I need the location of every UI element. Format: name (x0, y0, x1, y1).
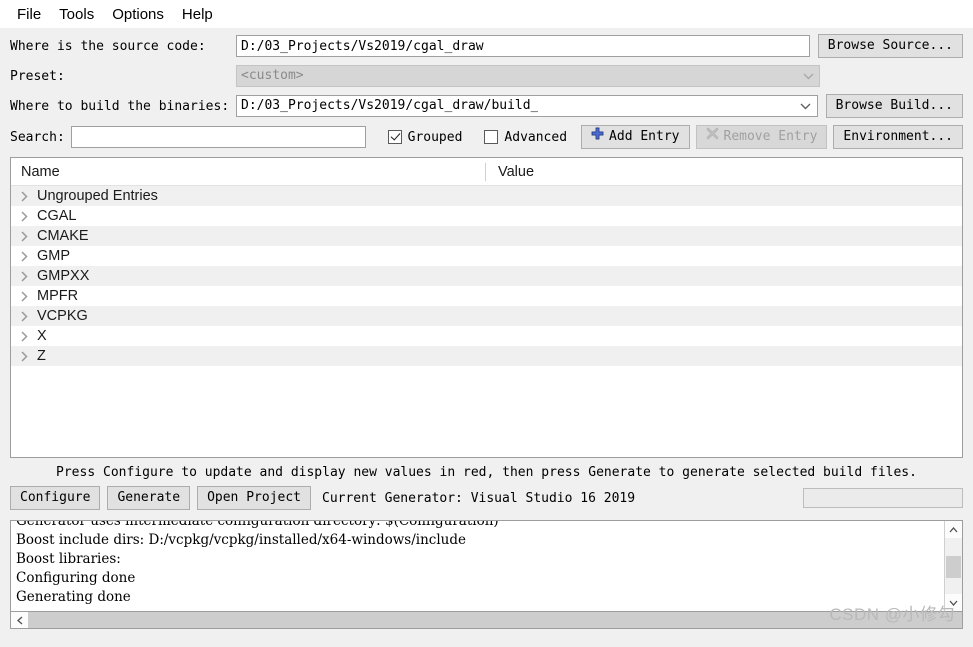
chevron-down-icon[interactable] (795, 96, 817, 116)
menu-item-tools[interactable]: Tools (50, 4, 103, 25)
chevron-right-icon[interactable] (11, 350, 37, 362)
browse-source-button[interactable]: Browse Source... (817, 34, 963, 58)
progress-bar (803, 488, 963, 508)
action-toolbar: Configure Generate Open Project Current … (0, 485, 973, 511)
table-row-name: VCPKG (37, 308, 88, 324)
configure-button[interactable]: Configure (10, 486, 101, 510)
grouped-label: Grouped (407, 129, 463, 145)
build-label: Where to build the binaries: (10, 98, 230, 114)
console-line: Boost libraries: (16, 551, 121, 567)
plus-icon (591, 126, 604, 148)
remove-entry-label: Remove Entry (723, 129, 818, 144)
source-path-input[interactable] (236, 35, 810, 57)
table-row[interactable]: CMAKE (11, 226, 962, 246)
table-row-name: GMP (37, 248, 71, 264)
checkbox-unchecked-icon (484, 130, 499, 144)
grouped-checkbox[interactable]: Grouped (387, 129, 463, 145)
table-row[interactable]: VCPKG (11, 306, 962, 326)
column-header-name[interactable]: Name (11, 164, 485, 180)
console-vertical-scrollbar[interactable] (944, 521, 962, 611)
table-row-name: Ungrouped Entries (37, 188, 158, 204)
status-hint-text: Press Configure to update and display ne… (56, 465, 917, 480)
table-row-name: X (37, 328, 47, 344)
console-line: Configuring done (16, 570, 136, 586)
scroll-thumb[interactable] (946, 556, 961, 578)
table-header-row: Name Value (11, 158, 962, 186)
preset-combobox[interactable]: <custom> (236, 65, 820, 87)
scroll-down-icon[interactable] (945, 594, 962, 611)
chevron-right-icon[interactable] (11, 270, 37, 282)
remove-entry-button: Remove Entry (695, 125, 828, 149)
table-row-name: CMAKE (37, 228, 89, 244)
source-label: Where is the source code: (10, 38, 206, 54)
table-body: Ungrouped Entries CGAL CMAKE GMP GMPXX MPFR VC… (11, 186, 962, 366)
menu-item-help[interactable]: Help (173, 4, 222, 25)
build-row: Where to build the binaries: D:/03_Proje… (10, 94, 963, 118)
current-generator-label: Current Generator: Visual Studio 16 2019 (322, 490, 636, 506)
cache-entries-table[interactable]: Name Value Ungrouped Entries CGAL CMAKE GMP… (10, 157, 963, 458)
open-project-button[interactable]: Open Project (197, 486, 311, 510)
table-row[interactable]: MPFR (11, 286, 962, 306)
column-header-value[interactable]: Value (485, 162, 962, 181)
preset-value: <custom> (241, 68, 304, 83)
h-scroll-thumb[interactable] (28, 612, 962, 628)
search-label: Search: (10, 129, 65, 145)
advanced-label: Advanced (504, 129, 568, 145)
output-console[interactable]: Generator uses intermediate configuratio… (10, 520, 963, 612)
table-row[interactable]: Ungrouped Entries (11, 186, 962, 206)
console-line: Boost include dirs: D:/vcpkg/vcpkg/insta… (16, 532, 466, 548)
chevron-right-icon[interactable] (11, 310, 37, 322)
console-horizontal-scrollbar[interactable] (10, 612, 963, 629)
chevron-right-icon[interactable] (11, 250, 37, 262)
menu-item-file[interactable]: File (8, 4, 50, 25)
menu-bar: File Tools Options Help (0, 0, 973, 28)
add-entry-button[interactable]: Add Entry (581, 125, 690, 149)
chevron-right-icon[interactable] (11, 290, 37, 302)
console-line: Generating done (16, 589, 131, 605)
table-row[interactable]: CGAL (11, 206, 962, 226)
scroll-left-icon[interactable] (11, 612, 28, 628)
console-line: Generator uses intermediate configuratio… (16, 520, 499, 529)
table-row-name: Z (37, 348, 46, 364)
table-row[interactable]: GMPXX (11, 266, 962, 286)
table-row[interactable]: Z (11, 346, 962, 366)
chevron-down-icon (797, 66, 819, 86)
scroll-up-icon[interactable] (945, 521, 962, 538)
console-text: Generator uses intermediate configuratio… (11, 520, 944, 611)
generate-button[interactable]: Generate (107, 486, 191, 510)
build-path-value: D:/03_Projects/Vs2019/cgal_draw/build_ (241, 98, 539, 113)
preset-row: Preset: <custom> (10, 64, 963, 88)
advanced-checkbox[interactable]: Advanced (484, 130, 567, 145)
table-row-name: GMPXX (37, 268, 90, 284)
chevron-right-icon[interactable] (11, 230, 37, 242)
chevron-right-icon[interactable] (11, 210, 37, 222)
chevron-right-icon[interactable] (11, 190, 37, 202)
table-row[interactable]: X (11, 326, 962, 346)
scroll-track[interactable] (945, 538, 962, 594)
menu-item-options[interactable]: Options (103, 4, 173, 25)
table-row-name: CGAL (37, 208, 77, 224)
table-row[interactable]: GMP (11, 246, 962, 266)
preset-label: Preset: (10, 68, 65, 84)
checkbox-checked-icon (387, 130, 402, 144)
table-row-name: MPFR (37, 288, 79, 304)
source-row: Where is the source code: Browse Source.… (10, 34, 963, 58)
environment-button[interactable]: Environment... (833, 125, 963, 149)
build-path-combobox[interactable]: D:/03_Projects/Vs2019/cgal_draw/build_ (236, 95, 818, 117)
browse-build-button[interactable]: Browse Build... (825, 94, 963, 118)
search-toolbar: Search: Grouped Advanced Add Entry Remov… (10, 124, 963, 150)
remove-cross-icon (706, 126, 719, 148)
search-input[interactable] (70, 126, 366, 148)
add-entry-label: Add Entry (609, 129, 680, 144)
path-form: Where is the source code: Browse Source.… (0, 28, 973, 150)
chevron-right-icon[interactable] (11, 330, 37, 342)
